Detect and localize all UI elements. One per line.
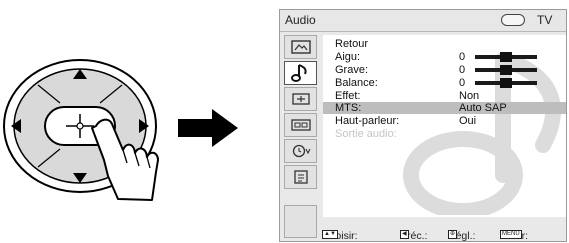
menu-item-label: Effet: <box>335 90 361 102</box>
menu-item-label: Balance: <box>335 77 378 89</box>
menu-item-value: Non <box>459 90 480 102</box>
menu-title: Audio <box>285 13 316 27</box>
audio-settings-menu: Retour Aigu: 0 Grave: 0 Balance: 0 Effet… <box>323 35 566 217</box>
menu-key-icon: MENU <box>500 230 522 239</box>
remote-dpad-illustration <box>3 59 238 201</box>
menu-item-label: Haut-parleur: <box>335 115 400 127</box>
channel-icon[interactable] <box>284 87 317 111</box>
menu-item-effet[interactable]: Effet: Non <box>323 90 566 102</box>
timer-icon[interactable] <box>284 139 317 163</box>
menu-item-retour[interactable]: Retour <box>323 38 566 50</box>
bass-slider[interactable] <box>475 65 537 75</box>
menu-item-mts[interactable]: MTS: Auto SAP <box>323 102 566 114</box>
menu-item-sortie-audio: Sortie audio: <box>323 128 566 140</box>
menu-item-grave[interactable]: Grave: 0 <box>323 64 566 76</box>
menu-item-value: 0 <box>459 64 466 76</box>
music-note-icon[interactable] <box>284 61 317 85</box>
balance-slider[interactable] <box>475 78 537 88</box>
menu-item-label: Grave: <box>335 64 369 76</box>
menu-item-label: Retour <box>335 38 369 50</box>
menu-item-value: Oui <box>459 115 477 127</box>
menu-item-aigu[interactable]: Aigu: 0 <box>323 51 566 63</box>
menu-item-label: MTS: <box>335 102 362 114</box>
slider-knob[interactable] <box>500 65 512 75</box>
tv-menu-screen: Audio TV Retour Aigu: 0 Grave: 0 Balance… <box>279 9 567 242</box>
menu-sidebar <box>284 35 317 238</box>
treble-slider[interactable] <box>475 52 537 62</box>
left-key-icon: ◀ <box>400 230 409 239</box>
input-indicator-icon <box>501 14 525 26</box>
menu-item-value: 0 <box>459 51 466 63</box>
slider-knob[interactable] <box>500 78 512 88</box>
menu-item-label: Aigu: <box>335 51 361 63</box>
menu-item-value: 0 <box>459 77 466 89</box>
enter-key-icon: ⊕ <box>448 230 458 239</box>
setup-icon[interactable] <box>284 165 317 189</box>
menu-title-bar: Audio TV <box>280 10 566 32</box>
up-down-key-icon: ▲▼ <box>322 230 338 239</box>
picture-icon[interactable] <box>284 35 317 59</box>
menu-item-haut-parleur[interactable]: Haut-parleur: Oui <box>323 115 566 127</box>
menu-item-balance[interactable]: Balance: 0 <box>323 77 566 89</box>
menu-item-value: Auto SAP <box>459 102 507 114</box>
slider-knob[interactable] <box>500 52 512 62</box>
menu-footer-help: Choisir:▲▼ Préc.:◀ Régl.:⊕ Sortir:MENU <box>280 226 566 241</box>
function-icon[interactable] <box>284 113 317 137</box>
menu-item-label: Sortie audio: <box>335 128 397 140</box>
input-label: TV <box>537 13 553 27</box>
